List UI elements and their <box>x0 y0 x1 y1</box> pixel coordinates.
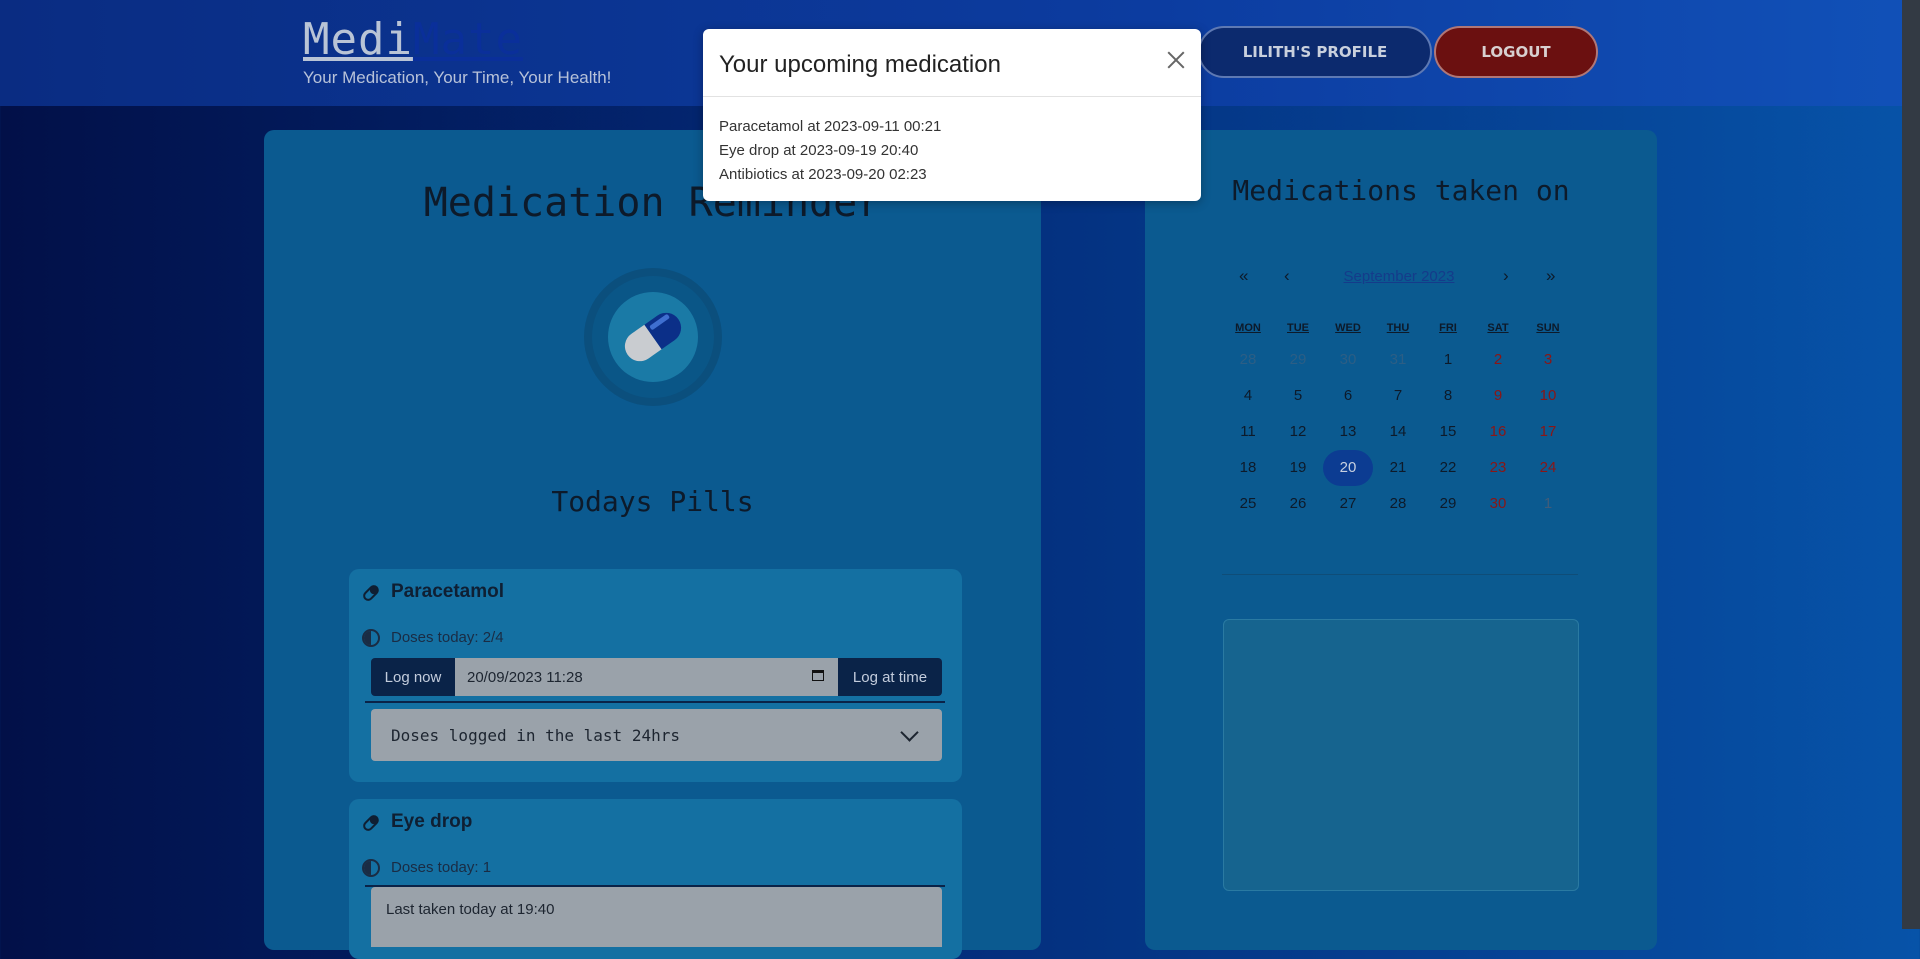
calendar-day[interactable]: 9 <box>1473 378 1523 414</box>
calendar-day[interactable]: 31 <box>1373 342 1423 378</box>
doses-today: Doses today: 2/4 <box>391 629 504 646</box>
weekday-label: SAT <box>1487 322 1509 334</box>
calendar-prev-button[interactable]: ‹ <box>1284 266 1290 286</box>
weekday-label: FRI <box>1439 322 1457 334</box>
calendar-day[interactable]: 21 <box>1373 450 1423 486</box>
last-taken-info: Last taken today at 19:40 <box>371 887 942 947</box>
modal-divider <box>703 96 1201 97</box>
calendar-day[interactable]: 29 <box>1273 342 1323 378</box>
log-now-button[interactable]: Log now <box>371 658 455 696</box>
calendar-day[interactable]: 1 <box>1523 486 1573 522</box>
calendar-day[interactable]: 17 <box>1523 414 1573 450</box>
calendar-day[interactable]: 8 <box>1423 378 1473 414</box>
profile-button[interactable]: LILITH'S PROFILE <box>1198 26 1432 78</box>
upcoming-medication-modal: Your upcoming medication Paracetamol at … <box>703 29 1201 201</box>
calendar-last-button[interactable]: » <box>1546 266 1555 286</box>
datetime-value: 20/09/2023 11:28 <box>467 668 583 686</box>
logo-part-medi[interactable]: Medi <box>303 14 413 65</box>
modal-title: Your upcoming medication <box>719 51 1001 78</box>
calendar-day[interactable]: 28 <box>1373 486 1423 522</box>
calendar-grid: MON TUE WED THU FRI SAT SUN 28 29 30 31 … <box>1223 322 1573 522</box>
calendar-day[interactable]: 15 <box>1423 414 1473 450</box>
calendar-day-today[interactable]: 20 <box>1323 450 1373 486</box>
calendar-icon[interactable] <box>812 670 824 681</box>
calendar-week: 11 12 13 14 15 16 17 <box>1223 414 1573 450</box>
calendar-day[interactable]: 7 <box>1373 378 1423 414</box>
calendar-day[interactable]: 24 <box>1523 450 1573 486</box>
divider <box>365 701 945 703</box>
weekday-label: MON <box>1235 322 1261 334</box>
logo-part-mate[interactable]: Mate <box>413 14 523 65</box>
calendar-day[interactable]: 12 <box>1273 414 1323 450</box>
weekday-label: THU <box>1386 322 1410 334</box>
upcoming-item: Eye drop at 2023-09-19 20:40 <box>719 142 919 159</box>
calendar-day[interactable]: 4 <box>1223 378 1273 414</box>
calendar-day[interactable]: 10 <box>1523 378 1573 414</box>
calendar-day[interactable]: 22 <box>1423 450 1473 486</box>
calendar-day[interactable]: 1 <box>1423 342 1473 378</box>
calendar-month-label[interactable]: September 2023 <box>1340 268 1458 285</box>
weekday-label: SUN <box>1536 322 1560 334</box>
tagline: Your Medication, Your Time, Your Health! <box>303 68 612 87</box>
upcoming-item: Paracetamol at 2023-09-11 00:21 <box>719 118 942 135</box>
calendar-day[interactable]: 16 <box>1473 414 1523 450</box>
datetime-input[interactable]: 20/09/2023 11:28 <box>455 658 838 696</box>
logout-button[interactable]: LOGOUT <box>1434 26 1598 78</box>
calendar-day[interactable]: 14 <box>1373 414 1423 450</box>
modal-body: Paracetamol at 2023-09-11 00:21 Eye drop… <box>719 115 941 187</box>
accordion-label: Doses logged in the last 24hrs <box>391 725 680 745</box>
pill-icon <box>363 815 379 831</box>
upcoming-item: Antibiotics at 2023-09-20 02:23 <box>719 166 927 183</box>
calendar-day[interactable]: 3 <box>1523 342 1573 378</box>
calendar-next-button[interactable]: › <box>1503 266 1509 286</box>
calendar-day[interactable]: 25 <box>1223 486 1273 522</box>
calendar-day[interactable]: 29 <box>1423 486 1473 522</box>
half-circle-icon <box>362 629 380 647</box>
app-logo[interactable]: MediMate <box>303 14 523 65</box>
pill-icon <box>363 585 379 601</box>
pill-name: Paracetamol <box>391 581 505 602</box>
half-circle-icon <box>362 859 380 877</box>
medications-taken-list <box>1223 619 1579 891</box>
doses-logged-accordion[interactable]: Doses logged in the last 24hrs <box>371 709 942 761</box>
weekday-header: MON TUE WED THU FRI SAT SUN <box>1223 322 1573 342</box>
chevron-down-icon <box>900 723 919 742</box>
divider <box>1222 574 1578 575</box>
calendar-week: 28 29 30 31 1 2 3 <box>1223 342 1573 378</box>
todays-pills-heading: Todays Pills <box>551 485 754 518</box>
calendar-week: 18 19 20 21 22 23 24 <box>1223 450 1573 486</box>
doses-today: Doses today: 1 <box>391 859 492 876</box>
calendar-day[interactable]: 13 <box>1323 414 1373 450</box>
pill-card-paracetamol: Paracetamol Doses today: 2/4 Log now 20/… <box>349 569 962 782</box>
calendar-day[interactable]: 23 <box>1473 450 1523 486</box>
calendar-day[interactable]: 18 <box>1223 450 1273 486</box>
calendar-day[interactable]: 5 <box>1273 378 1323 414</box>
calendar-day[interactable]: 30 <box>1473 486 1523 522</box>
scrollbar[interactable] <box>1902 0 1920 929</box>
calendar-day[interactable]: 28 <box>1223 342 1273 378</box>
calendar-day[interactable]: 2 <box>1473 342 1523 378</box>
close-icon[interactable] <box>1165 49 1187 71</box>
capsule-icon <box>592 276 714 398</box>
weekday-label: WED <box>1335 322 1361 334</box>
calendar-week: 25 26 27 28 29 30 1 <box>1223 486 1573 522</box>
calendar-day[interactable]: 6 <box>1323 378 1373 414</box>
log-at-time-button[interactable]: Log at time <box>838 658 942 696</box>
calendar-day[interactable]: 26 <box>1273 486 1323 522</box>
weekday-label: TUE <box>1287 322 1309 334</box>
log-dose-row: Log now 20/09/2023 11:28 Log at time <box>371 658 942 696</box>
calendar-heading: Medications taken on <box>1232 174 1570 207</box>
pill-name: Eye drop <box>391 811 473 832</box>
calendar-day[interactable]: 11 <box>1223 414 1273 450</box>
calendar-day[interactable]: 19 <box>1273 450 1323 486</box>
calendar-day[interactable]: 27 <box>1323 486 1373 522</box>
calendar-day[interactable]: 30 <box>1323 342 1373 378</box>
pill-card-eye-drop: Eye drop Doses today: 1 Last taken today… <box>349 799 962 959</box>
calendar-first-button[interactable]: « <box>1239 266 1248 286</box>
calendar-week: 4 5 6 7 8 9 10 <box>1223 378 1573 414</box>
